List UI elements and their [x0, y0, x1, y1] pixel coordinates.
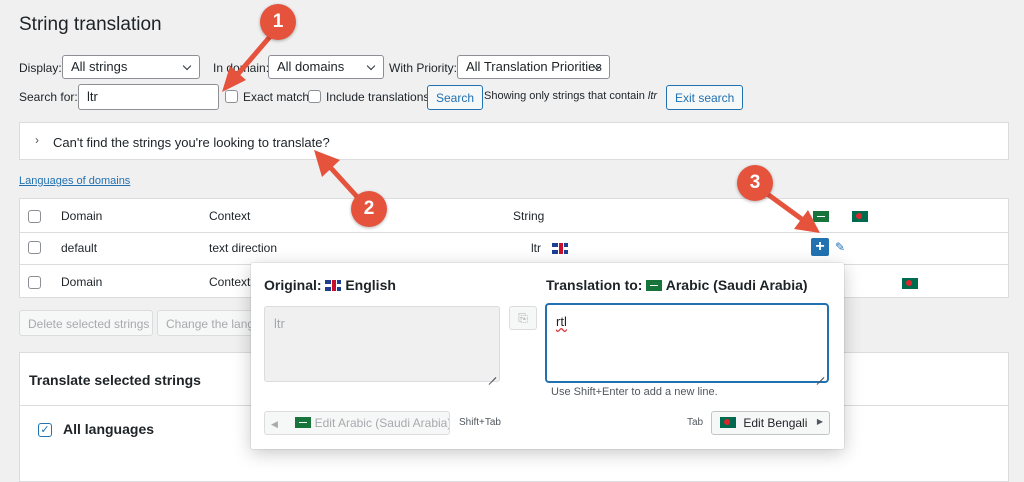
callout-badge-2: 2 [351, 191, 387, 227]
arrow-two-shaft [327, 164, 363, 203]
annotation-arrows [222, 29, 820, 233]
arrow-three-shaft [763, 190, 806, 223]
callout-badge-3: 3 [737, 165, 773, 201]
arrow-one-shaft [235, 29, 277, 77]
callout-badge-1: 1 [260, 4, 296, 40]
